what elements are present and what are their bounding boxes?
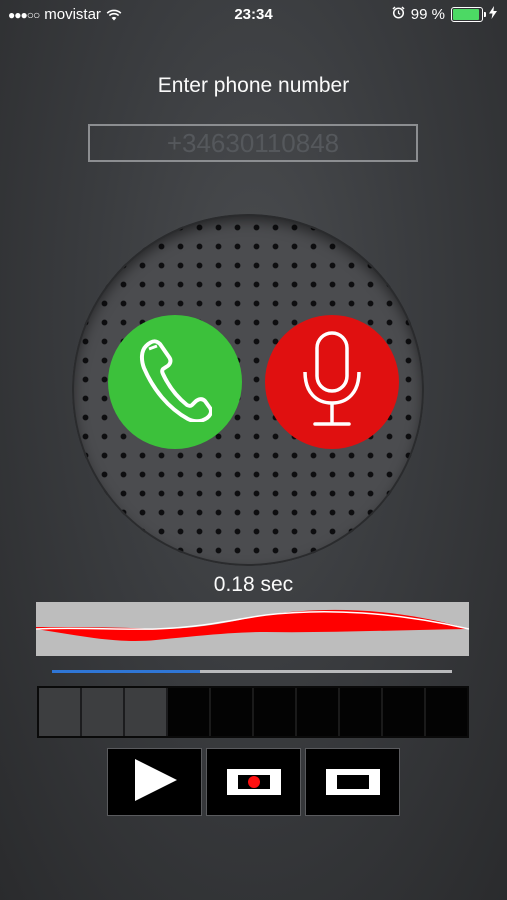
level-segment: [211, 688, 254, 736]
battery-percent: 99 %: [410, 6, 445, 23]
alarm-icon: [392, 6, 405, 23]
microphone-icon: [297, 330, 367, 435]
phone-number-input[interactable]: [88, 124, 418, 162]
level-segment: [383, 688, 426, 736]
play-icon: [131, 757, 179, 808]
waveform-fill: [36, 609, 469, 641]
phone-handset-icon: [138, 338, 213, 427]
battery-icon: [451, 7, 486, 22]
record-dot: [247, 776, 260, 788]
level-segment: [125, 688, 168, 736]
stop-button[interactable]: [305, 748, 400, 816]
playback-progress-bar[interactable]: [52, 670, 452, 673]
level-segment: [340, 688, 383, 736]
stop-icon-inner: [336, 775, 369, 789]
record-control-button[interactable]: [206, 748, 301, 816]
waveform-display: [36, 602, 469, 656]
enter-phone-label: Enter phone number: [157, 74, 350, 97]
level-segment: [82, 688, 125, 736]
status-bar: ●●●○○ movistar 23:34 99 %: [0, 0, 507, 30]
playback-controls: [107, 748, 400, 816]
level-segment: [39, 688, 82, 736]
stop-icon: [325, 769, 380, 795]
battery-fill: [453, 9, 479, 20]
level-segment: [426, 688, 467, 736]
level-meter: [37, 686, 469, 738]
level-segment: [297, 688, 340, 736]
level-segment: [168, 688, 211, 736]
record-icon-inner: [237, 775, 270, 789]
call-button[interactable]: [108, 315, 242, 449]
playback-progress-fill: [52, 670, 200, 673]
play-button[interactable]: [107, 748, 202, 816]
record-icon: [226, 769, 281, 795]
charging-bolt-icon: [489, 6, 497, 23]
battery-tip: [484, 12, 486, 17]
record-button[interactable]: [265, 315, 399, 449]
recording-duration: 0.18 sec: [213, 573, 294, 596]
level-segment: [254, 688, 297, 736]
status-right: 99 %: [392, 6, 497, 23]
